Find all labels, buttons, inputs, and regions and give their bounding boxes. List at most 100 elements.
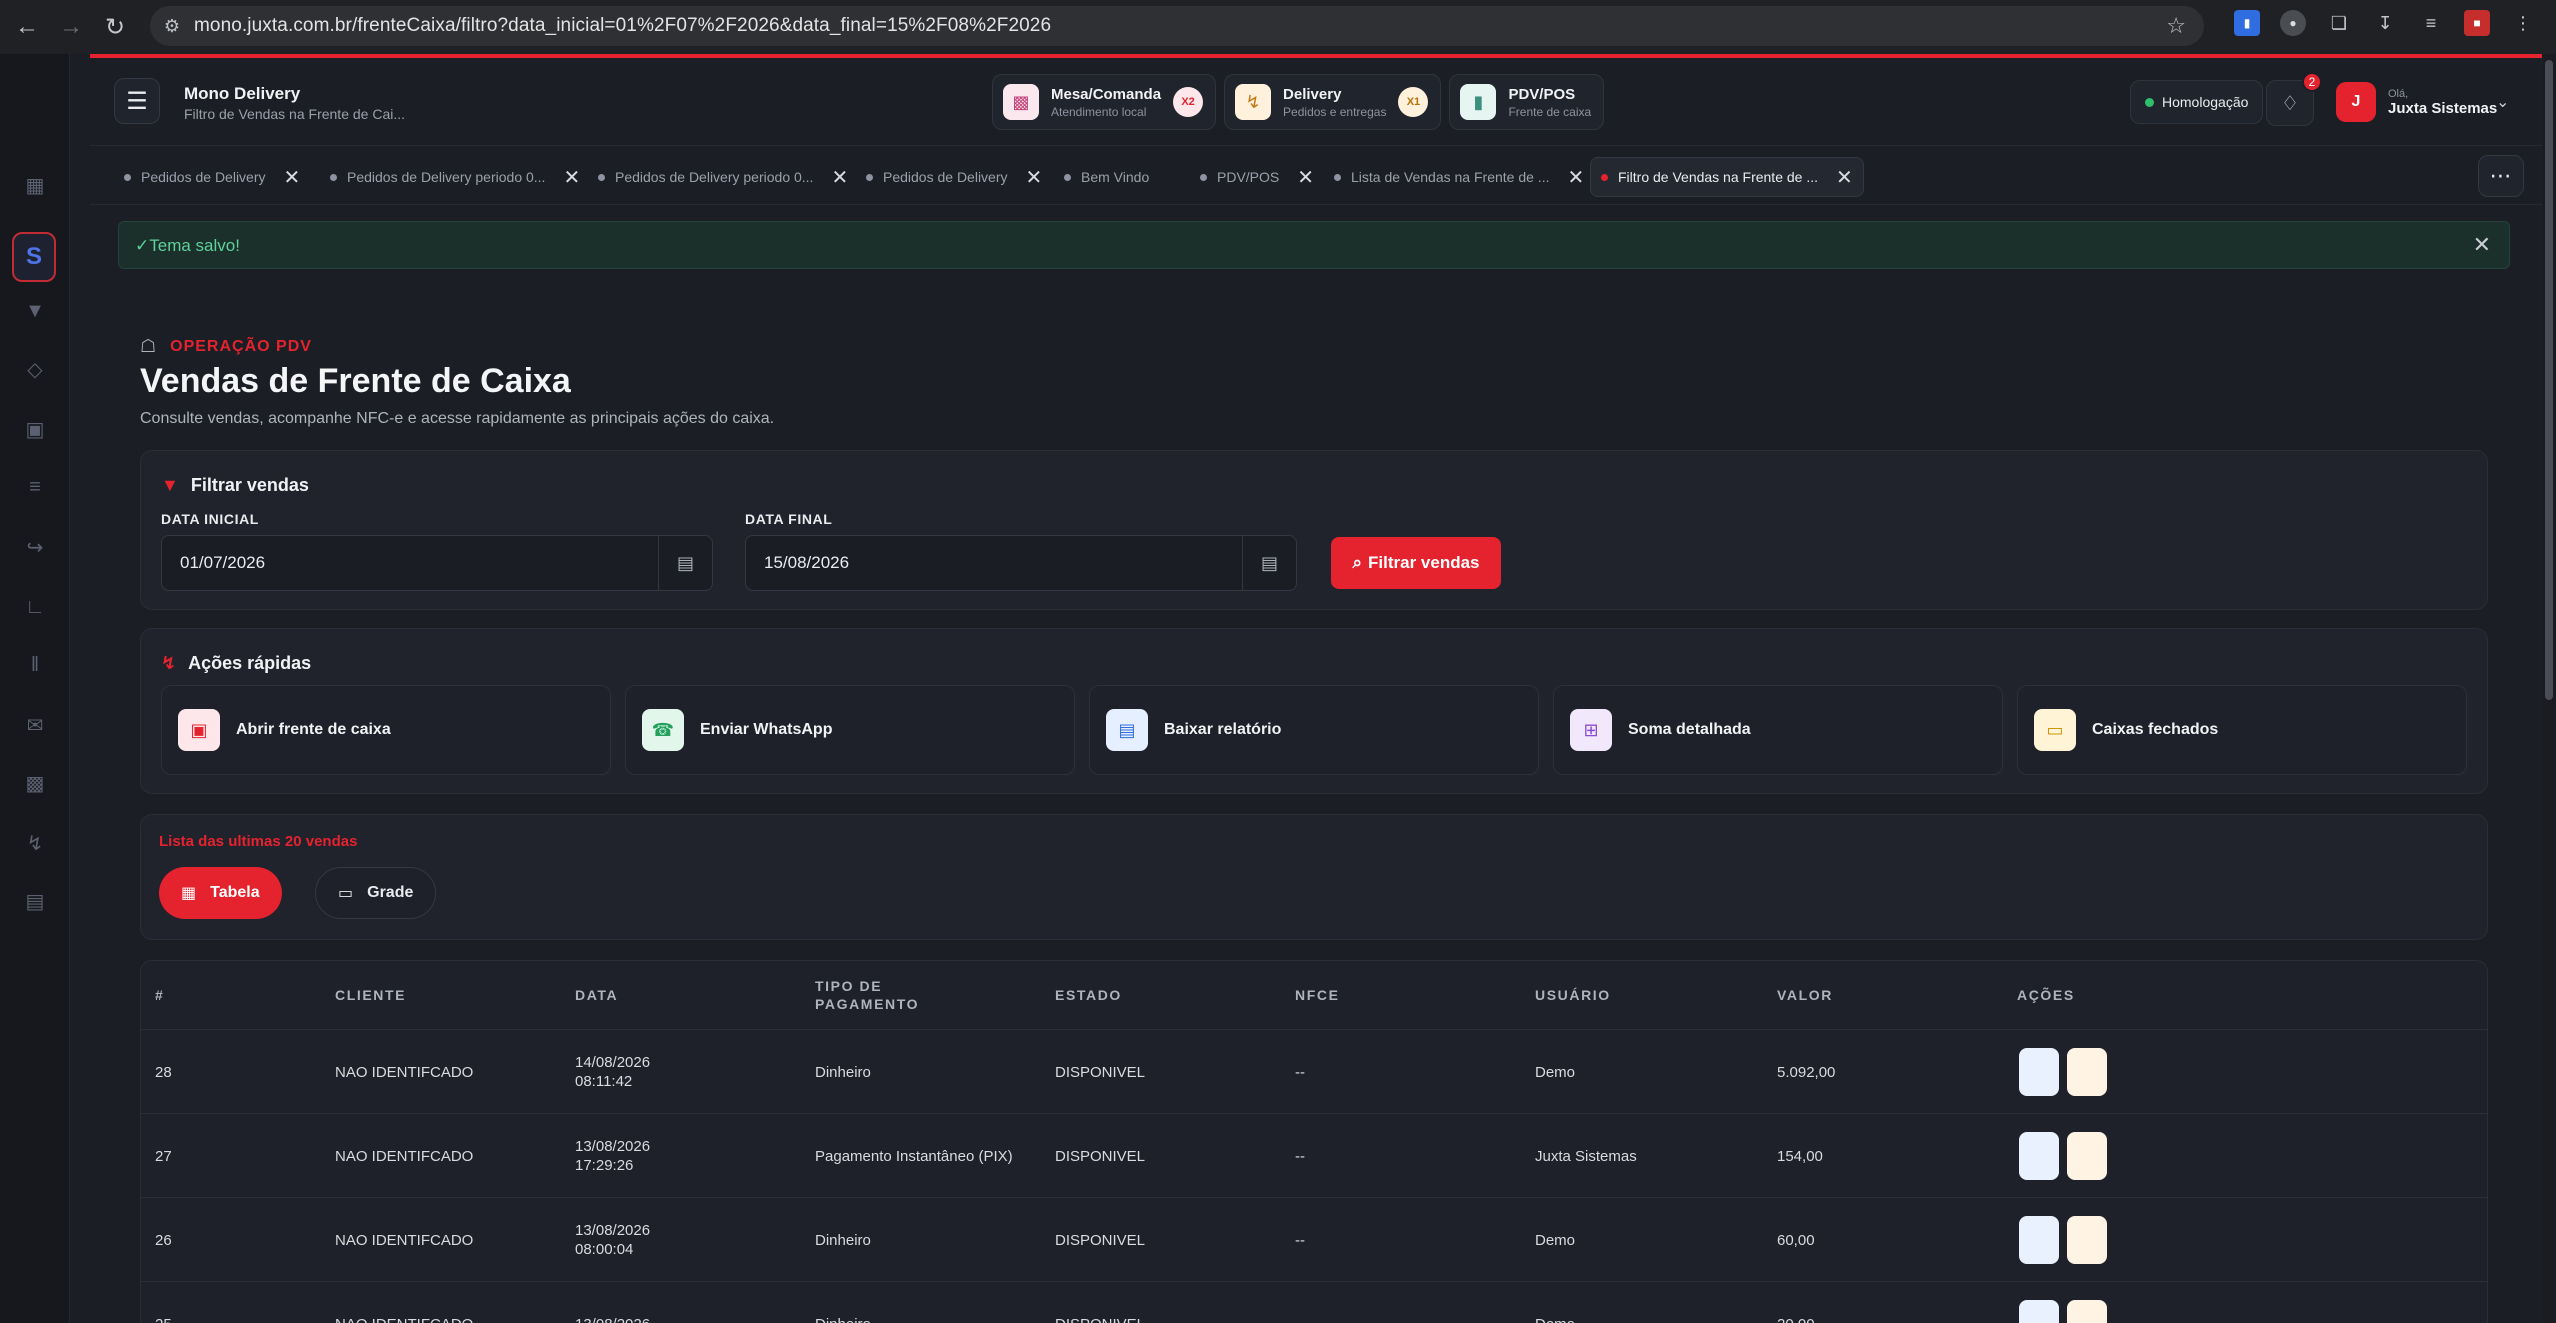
store-icon: ☖ [140, 336, 157, 356]
end-date-field[interactable]: 15/08/2026 ▤ [745, 535, 1297, 591]
forward-arrow-icon[interactable]: → [54, 10, 88, 44]
print-sale-button[interactable] [2067, 1048, 2107, 1096]
calendar-plus-icon: ⊞ [1570, 709, 1612, 751]
column-header: # [155, 987, 165, 1003]
clipboard-icon[interactable]: ▤ [22, 888, 48, 914]
closed-registers-button[interactable]: ▭ Caixas fechados [2017, 685, 2467, 775]
tab-dot [330, 173, 337, 181]
tab-filtro-vendas[interactable]: Filtro de Vendas na Frente de ... ✕ [1590, 157, 1864, 197]
reload-icon[interactable]: ↻ [98, 10, 132, 44]
profile-icon[interactable]: ■ [2464, 10, 2490, 36]
detailed-sum-button[interactable]: ⊞ Soma detalhada [1553, 685, 2003, 775]
view-table-button[interactable]: ▦ Tabela [159, 867, 282, 919]
avatar[interactable]: J [2336, 82, 2376, 122]
list-icon[interactable]: ≡ [22, 474, 48, 500]
chart-icon[interactable]: ∟ [22, 594, 48, 620]
extension-blue-icon[interactable]: ▮ [2234, 10, 2260, 36]
tab-pdv-pos[interactable]: PDV/POS ✕ [1190, 157, 1324, 197]
print-sale-button[interactable] [2067, 1216, 2107, 1264]
close-icon[interactable]: ✕ [1567, 165, 1584, 190]
page-tabs: Pedidos de Delivery ✕ Pedidos de Deliver… [90, 147, 2542, 205]
close-icon[interactable]: ✕ [1836, 165, 1853, 190]
user-name[interactable]: Juxta Sistemas [2388, 100, 2497, 117]
dashboard-icon[interactable]: ▣ [22, 416, 48, 442]
module-name: PDV/POS [1508, 85, 1576, 103]
table-row[interactable]: 27 NAO IDENTIFCADO 13/08/2026 17:29:26 P… [141, 1113, 2487, 1197]
close-icon[interactable]: ✕ [1297, 165, 1314, 190]
bike-icon[interactable]: ↯ [22, 830, 48, 856]
page-scrollbar-thumb[interactable] [2545, 60, 2553, 700]
close-icon[interactable]: ✕ [831, 165, 848, 190]
cell-state: DISPONIVEL [1055, 1063, 1146, 1081]
filter-icon[interactable]: ▼ [22, 298, 48, 324]
open-register-button[interactable]: ▣ Abrir frente de caixa [161, 685, 611, 775]
browser-toolbar: ← → ↻ ⚙ mono.juxta.com.br/frenteCaixa/fi… [0, 0, 2556, 54]
module-mesa-comanda[interactable]: ▩ Mesa/Comanda Atendimento local X2 [992, 74, 1217, 130]
tag-icon[interactable]: ◇ [22, 356, 48, 382]
cell-date: 14/08/2026 08:11:42 [575, 1030, 650, 1114]
cell-client: NAO IDENTIFCADO [335, 1282, 473, 1323]
site-info-icon[interactable]: ⚙ [150, 16, 194, 37]
more-horizontal-icon[interactable]: ⋯ [2478, 155, 2524, 197]
browser-menu-icon[interactable]: ⋮ [2510, 10, 2536, 36]
view-sale-button[interactable] [2019, 1216, 2059, 1264]
bookmark-star-icon[interactable]: ☆ [2166, 13, 2186, 39]
table-row[interactable]: 25 NAO IDENTIFCADO 13/08/2026 Dinheiro D… [141, 1281, 2487, 1323]
sales-table: # CLIENTE DATA TIPO DE PAGAMENTO ESTADO … [140, 960, 2488, 1323]
table-row[interactable]: 26 NAO IDENTIFCADO 13/08/2026 08:00:04 D… [141, 1197, 2487, 1281]
mail-icon[interactable]: ✉ [22, 712, 48, 738]
monitor-icon: ▩ [1003, 84, 1039, 120]
tab-pedidos-delivery-2[interactable]: Pedidos de Delivery ✕ [856, 157, 1052, 197]
module-pdv-pos[interactable]: ▮ PDV/POS Frente de caixa [1449, 74, 1605, 130]
filter-sales-button[interactable]: ⌕ Filtrar vendas [1331, 537, 1501, 589]
table-row[interactable]: 28 NAO IDENTIFCADO 14/08/2026 08:11:42 D… [141, 1029, 2487, 1114]
print-sale-button[interactable] [2067, 1132, 2107, 1180]
tab-lista-vendas[interactable]: Lista de Vendas na Frente de ... ✕ [1324, 157, 1594, 197]
tab-pedidos-delivery-periodo-1[interactable]: Pedidos de Delivery periodo 0... ✕ [320, 157, 590, 197]
tab-pedidos-delivery[interactable]: Pedidos de Delivery ✕ [114, 157, 310, 197]
download-report-button[interactable]: ▤ Baixar relatório [1089, 685, 1539, 775]
tab-bem-vindo[interactable]: Bem Vindo [1054, 157, 1159, 197]
menu-hamburger-icon[interactable]: ☰ [114, 78, 160, 124]
cell-payment: Pagamento Instantâneo (PIX) [815, 1147, 1013, 1165]
close-icon[interactable]: ✕ [284, 165, 301, 190]
reading-list-icon[interactable]: ≡ [2418, 10, 2444, 36]
tab-label: Pedidos de Delivery [883, 169, 1008, 185]
close-icon[interactable]: ✕ [563, 165, 580, 190]
grid-icon[interactable]: ▦ [22, 172, 48, 198]
cell-date-day: 13/08/2026 [575, 1222, 651, 1239]
address-bar[interactable]: ⚙ mono.juxta.com.br/frenteCaixa/filtro?d… [150, 6, 2204, 46]
chevron-down-icon[interactable]: ⌄ [2496, 92, 2509, 112]
start-date-field[interactable]: 01/07/2026 ▤ [161, 535, 713, 591]
address-url[interactable]: mono.juxta.com.br/frenteCaixa/filtro?dat… [194, 15, 1051, 37]
close-icon[interactable]: ✕ [1026, 165, 1043, 190]
filter-icon: ▼ [161, 475, 179, 495]
library-icon[interactable]: ‖ [22, 652, 48, 678]
view-sale-button[interactable] [2019, 1048, 2059, 1096]
environment-badge[interactable]: Homologação [2130, 80, 2264, 124]
extensions-puzzle-icon[interactable]: ❏ [2326, 10, 2352, 36]
back-arrow-icon[interactable]: ← [10, 10, 44, 44]
cell-user: Demo [1535, 1282, 1575, 1323]
extension-lock-icon[interactable]: ● [2280, 10, 2306, 36]
view-sale-button[interactable] [2019, 1132, 2059, 1180]
cell-client: NAO IDENTIFCADO [335, 1231, 474, 1249]
cell-value: 20,00 [1777, 1282, 1815, 1323]
view-grid-button[interactable]: ▭ Grade [315, 867, 437, 919]
monitor-icon[interactable]: ▩ [22, 770, 48, 796]
kicker-text: OPERAÇÃO PDV [170, 337, 312, 355]
left-rail: ▦ S ▼ ◇ ▣ ≡ ↪ ∟ ‖ ✉ ▩ ↯ ▤ [0, 54, 70, 1323]
print-sale-button[interactable] [2067, 1300, 2107, 1323]
view-sale-button[interactable] [2019, 1300, 2059, 1323]
close-icon[interactable]: ✕ [2473, 232, 2491, 258]
calendar-icon[interactable]: ▤ [1242, 536, 1296, 590]
module-delivery[interactable]: ↯ Delivery Pedidos e entregas X1 [1224, 74, 1442, 130]
tab-dot [1064, 173, 1071, 181]
download-icon[interactable]: ↧ [2372, 10, 2398, 36]
column-header: TIPO DE PAGAMENTO [815, 978, 920, 1012]
send-whatsapp-button[interactable]: ☎ Enviar WhatsApp [625, 685, 1075, 775]
brand-s-icon[interactable]: S [12, 232, 56, 282]
tab-pedidos-delivery-periodo-2[interactable]: Pedidos de Delivery periodo 0... ✕ [588, 157, 858, 197]
calendar-icon[interactable]: ▤ [658, 536, 712, 590]
login-icon[interactable]: ↪ [22, 534, 48, 560]
